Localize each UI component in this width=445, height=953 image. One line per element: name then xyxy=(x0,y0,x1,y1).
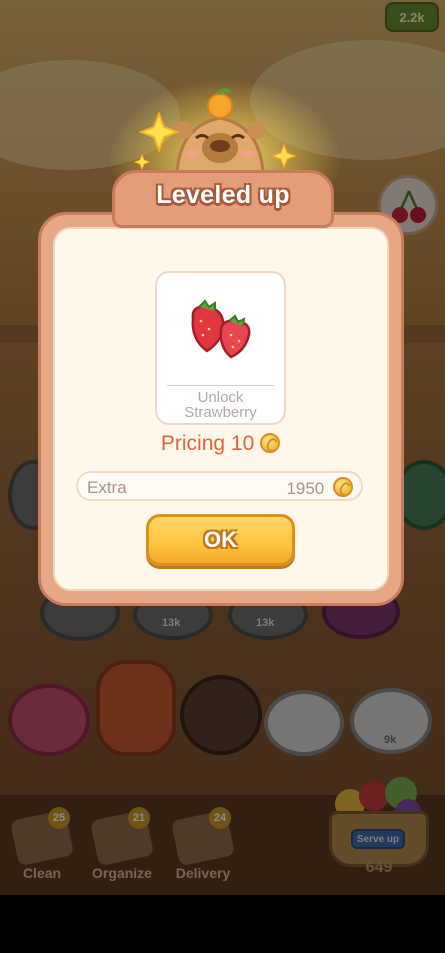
coin-icon xyxy=(260,433,281,453)
unlock-card: Unlock Strawberry xyxy=(155,271,286,425)
sparkle-star-icon xyxy=(139,112,179,152)
sparkle-star-icon xyxy=(272,144,296,168)
unlock-text: Unlock Strawberry xyxy=(157,390,284,420)
sparkle-star-icon xyxy=(134,154,150,170)
strawberry-icon xyxy=(191,299,251,359)
ok-button-label: OK xyxy=(204,527,237,552)
extra-value: 1950 xyxy=(286,479,325,498)
coin-icon xyxy=(333,477,353,497)
pricing-label: Pricing 10 xyxy=(160,432,255,455)
extra-value-group: 1950 xyxy=(286,477,353,499)
pricing-row: Pricing 10 xyxy=(155,432,286,456)
unlock-line: Unlock xyxy=(197,389,244,406)
unlock-divider xyxy=(167,385,274,386)
ok-button[interactable]: OK xyxy=(146,514,295,566)
unlock-item-name: Strawberry xyxy=(184,404,257,421)
extra-reward-bar: Extra 1950 xyxy=(76,471,363,501)
dialog-title: Leveled up xyxy=(156,181,290,209)
extra-label: Extra xyxy=(87,478,127,497)
